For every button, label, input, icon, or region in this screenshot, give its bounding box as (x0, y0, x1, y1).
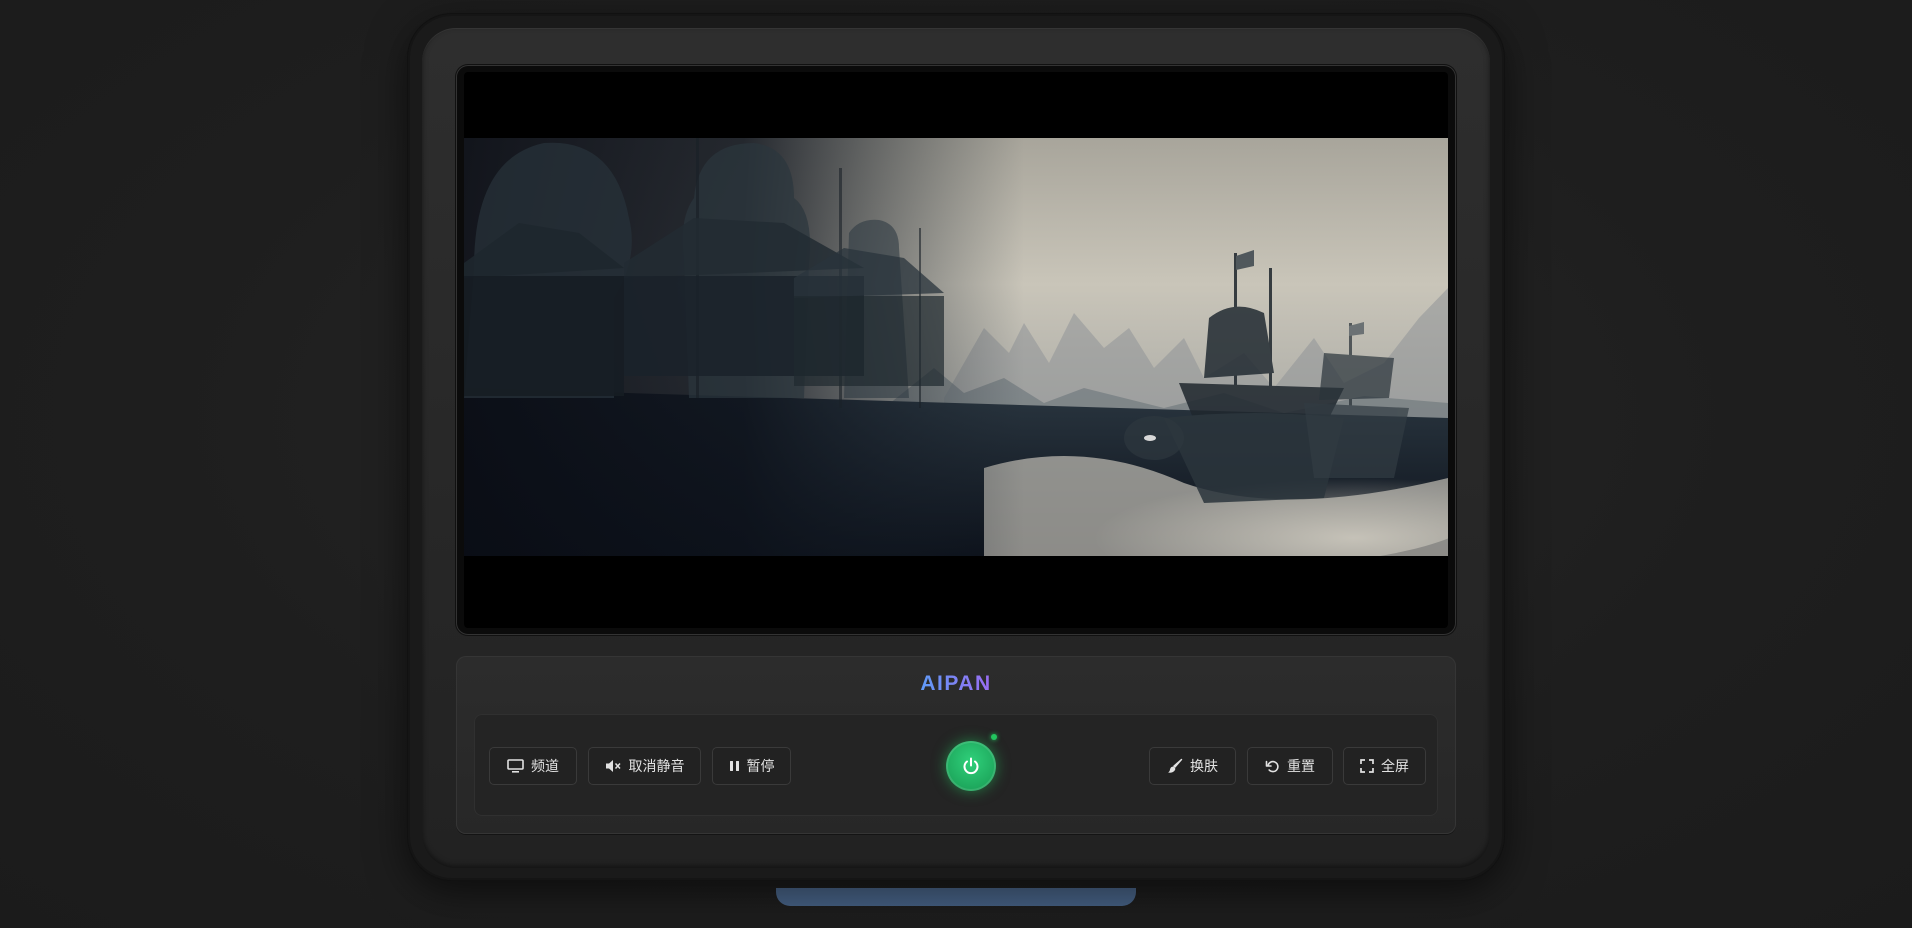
control-panel: AIPAN 频道 取消静音 暂停 换肤 重置 全屏 (456, 656, 1456, 834)
brand-logo: AIPAN (920, 672, 992, 695)
unmute-button[interactable]: 取消静音 (588, 747, 701, 785)
power-indicator-led (991, 734, 997, 740)
monitor-icon (507, 759, 524, 773)
control-bar: 频道 取消静音 暂停 换肤 重置 全屏 (474, 714, 1438, 816)
video-scene-image (464, 138, 1448, 556)
pause-button[interactable]: 暂停 (712, 747, 791, 785)
reset-button[interactable]: 重置 (1247, 747, 1333, 785)
tv-screen[interactable] (464, 72, 1448, 628)
brush-icon (1168, 758, 1183, 773)
fullscreen-button[interactable]: 全屏 (1343, 747, 1426, 785)
tv-stand (776, 888, 1136, 906)
pause-icon (729, 761, 739, 771)
power-button[interactable] (946, 741, 996, 791)
undo-icon (1265, 760, 1279, 772)
channel-button[interactable]: 频道 (489, 747, 577, 785)
power-icon (963, 757, 979, 775)
fullscreen-icon (1360, 759, 1374, 773)
skin-button[interactable]: 换肤 (1149, 747, 1236, 785)
video-frame (464, 138, 1448, 556)
volume-mute-icon (605, 760, 621, 772)
